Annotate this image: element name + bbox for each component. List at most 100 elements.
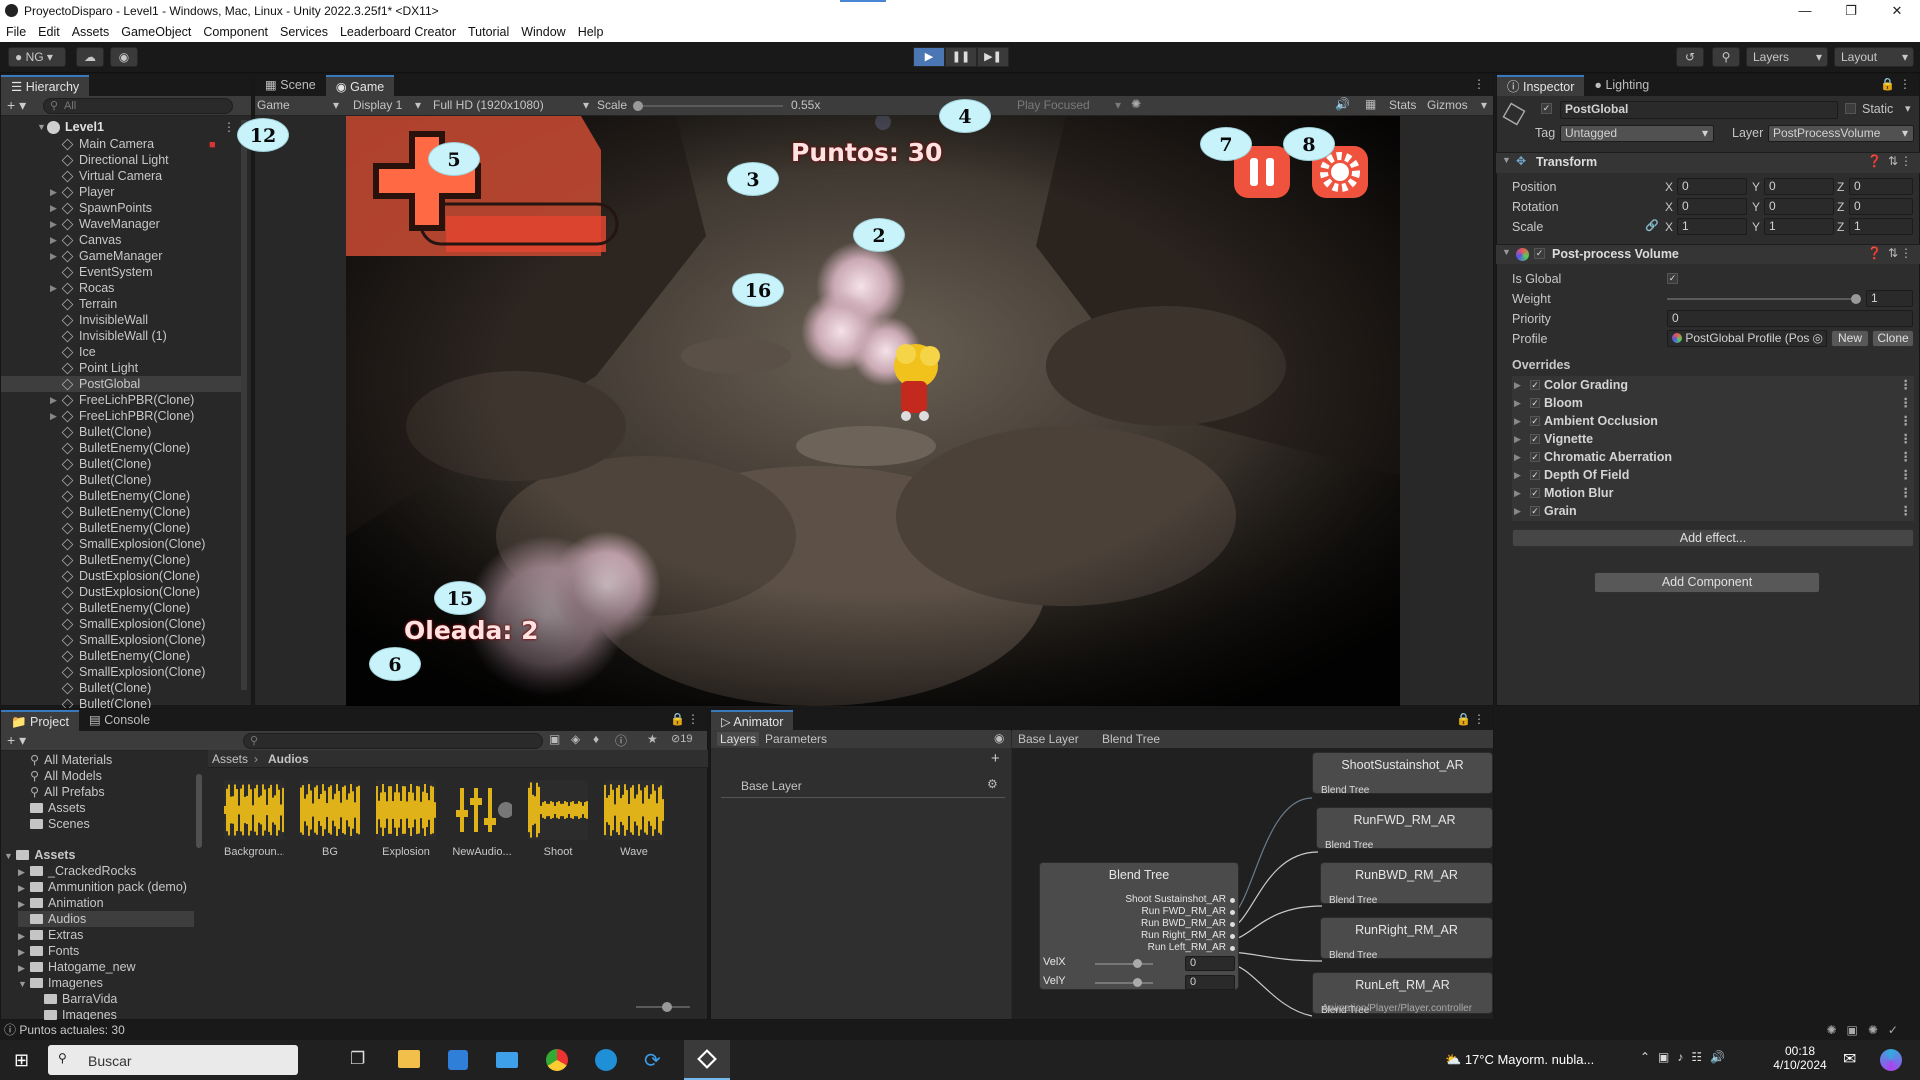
velx-field[interactable]: 0 [1185, 956, 1235, 971]
project-search-input[interactable]: ⚲ [243, 733, 543, 749]
clone-profile-button[interactable]: Clone [1872, 330, 1914, 347]
more-icon[interactable]: ⋮ [1473, 712, 1485, 726]
expand-arrow-icon[interactable]: ▶ [50, 392, 57, 408]
new-profile-button[interactable]: New [1831, 330, 1869, 347]
menu-gameobject[interactable]: GameObject [115, 25, 197, 39]
expand-arrow-icon[interactable]: ▶ [18, 864, 30, 880]
expand-arrow-icon[interactable]: ▶ [1514, 448, 1521, 466]
filter-icon[interactable]: ◈ [571, 732, 580, 746]
gizmos-toggle[interactable]: Gizmos [1427, 98, 1468, 112]
rotation-y-field[interactable]: 0 [1764, 198, 1834, 215]
audio-asset[interactable]: Backgroun... [224, 780, 284, 858]
folder-item[interactable]: ▶ Animation [18, 895, 104, 911]
ppv-enable-checkbox[interactable]: ✓ [1534, 248, 1545, 259]
chrome-icon[interactable] [546, 1049, 568, 1071]
hierarchy-search-input[interactable]: ⚲ All [43, 98, 233, 114]
cloud-icon[interactable]: ☁ [76, 47, 104, 67]
breadcrumb-base-layer[interactable]: Base Layer [1018, 732, 1079, 746]
audio-asset[interactable]: Explosion [376, 780, 436, 858]
audio-asset[interactable]: Shoot [528, 780, 588, 858]
favorite-item[interactable]: ⚲ All Materials [30, 752, 112, 768]
more-icon[interactable]: ⋮ [1900, 246, 1912, 260]
override-checkbox[interactable]: ✓ [1530, 452, 1540, 462]
expand-arrow-icon[interactable]: ▶ [1514, 502, 1521, 520]
expand-arrow-icon[interactable]: ▶ [18, 928, 30, 944]
folder-item[interactable]: ▶ Ammunition pack (demo) [18, 879, 187, 895]
hierarchy-item[interactable]: DustExplosion(Clone) [1, 568, 241, 584]
search-by-type-icon[interactable]: ▣ [549, 732, 560, 746]
star-icon[interactable]: ★ [647, 732, 658, 746]
status-icons[interactable]: ✺▣✺✓ [1826, 1020, 1908, 1040]
position-y-field[interactable]: 0 [1764, 178, 1834, 195]
override-checkbox[interactable]: ✓ [1530, 398, 1540, 408]
menu-leaderboard-creator[interactable]: Leaderboard Creator [334, 25, 462, 39]
task-view-icon[interactable]: ❐ [350, 1049, 365, 1069]
help-icon[interactable]: ❓ [1867, 154, 1882, 168]
hierarchy-item[interactable]: SmallExplosion(Clone) [1, 536, 241, 552]
scene-root-row[interactable]: ▼ Level1 ⋮ [1, 120, 241, 136]
expand-arrow-icon[interactable]: ▶ [50, 216, 57, 232]
static-checkbox[interactable] [1845, 103, 1856, 114]
weight-slider-handle[interactable] [1851, 294, 1861, 304]
hierarchy-item[interactable]: ▶ WaveManager [1, 216, 241, 232]
more-icon[interactable]: ⋮ [1900, 502, 1913, 520]
play-focused-dropdown[interactable]: Play Focused ▾ [1017, 98, 1121, 112]
expand-arrow-icon[interactable]: ▼ [18, 976, 30, 992]
hierarchy-item[interactable]: BulletEnemy(Clone) [1, 520, 241, 536]
motion-node[interactable]: ShootSustainshot_AR Blend Tree [1312, 752, 1493, 796]
play-button[interactable]: ▶ [913, 47, 945, 67]
expand-arrow-icon[interactable]: ▶ [50, 248, 57, 264]
motion-node[interactable]: RunBWD_RM_AR Blend Tree [1320, 862, 1493, 906]
more-icon[interactable]: ⋮ [1473, 77, 1485, 91]
hierarchy-item[interactable]: EventSystem [1, 264, 241, 280]
menu-services[interactable]: Services [274, 25, 334, 39]
override-row[interactable]: ▶ ✓ Depth Of Field ⋮ [1512, 466, 1912, 484]
tab-game[interactable]: ◉ Game [325, 75, 395, 96]
tab-inspector[interactable]: ⓘ Inspector [1497, 75, 1585, 96]
more-icon[interactable]: ⋮ [1900, 484, 1913, 502]
more-icon[interactable]: ⋮ [1900, 412, 1913, 430]
folder-item[interactable]: ▶ _CrackedRocks [18, 863, 136, 879]
priority-field[interactable]: 0 [1667, 310, 1913, 327]
help-icon[interactable]: ❓ [1867, 246, 1882, 260]
lock-icon[interactable]: 🔒 [1880, 77, 1895, 91]
velx-slider[interactable] [1095, 959, 1153, 968]
expand-arrow-icon[interactable]: ▶ [1514, 412, 1521, 430]
more-icon[interactable]: ⋮ [1899, 77, 1911, 91]
hierarchy-item[interactable]: Terrain [1, 296, 241, 312]
audio-mute-icon[interactable]: 🔊 [1335, 97, 1350, 111]
gear-icon[interactable]: ⚙ [987, 777, 998, 791]
hierarchy-item[interactable]: BulletEnemy(Clone) [1, 648, 241, 664]
favorite-item[interactable]: Assets [30, 800, 86, 816]
expand-arrow-icon[interactable]: ▶ [50, 184, 57, 200]
notifications-icon[interactable]: ✉ [1843, 1049, 1856, 1069]
menu-edit[interactable]: Edit [32, 25, 66, 39]
account-dropdown[interactable]: ● NG ▾ [8, 47, 66, 67]
base-layer-row[interactable]: Base Layer ⚙ [721, 774, 1005, 798]
game-dropdown[interactable]: Game ▾ [257, 98, 339, 112]
tab-animator[interactable]: ▷ Animator [711, 710, 794, 731]
audio-asset[interactable]: Wave [604, 780, 664, 858]
hierarchy-item[interactable]: ▶ FreeLichPBR(Clone) [1, 392, 241, 408]
scale-z-field[interactable]: 1 [1849, 218, 1913, 235]
copilot-icon[interactable] [1880, 1049, 1902, 1071]
edge-icon[interactable] [595, 1049, 617, 1071]
hierarchy-item[interactable]: SmallExplosion(Clone) [1, 632, 241, 648]
layer-dropdown[interactable]: PostProcessVolume ▾ [1768, 125, 1914, 142]
motion-node[interactable]: RunRight_RM_AR Blend Tree [1320, 917, 1493, 961]
breadcrumb-assets[interactable]: Assets [212, 752, 248, 766]
audio-asset[interactable]: NewAudio... [452, 780, 512, 858]
override-row[interactable]: ▶ ✓ Vignette ⋮ [1512, 430, 1912, 448]
add-effect-button[interactable]: Add effect... [1512, 529, 1914, 547]
weather-widget[interactable]: ⛅ 17°C Mayorm. nubla... [1445, 1052, 1594, 1068]
tree-scrollbar[interactable] [196, 774, 202, 848]
hierarchy-item[interactable]: Bullet(Clone) [1, 456, 241, 472]
expand-arrow-icon[interactable]: ▶ [50, 280, 57, 296]
more-icon[interactable]: ⋮ [223, 120, 235, 134]
hierarchy-item[interactable]: ▶ GameManager [1, 248, 241, 264]
expand-arrow-icon[interactable]: ▶ [18, 896, 30, 912]
taskbar-search[interactable]: ⚲ Buscar [48, 1045, 298, 1075]
display-dropdown[interactable]: Display 1 ▾ [353, 98, 421, 112]
expand-arrow-icon[interactable]: ▶ [1514, 484, 1521, 502]
vely-handle[interactable] [1133, 978, 1142, 987]
